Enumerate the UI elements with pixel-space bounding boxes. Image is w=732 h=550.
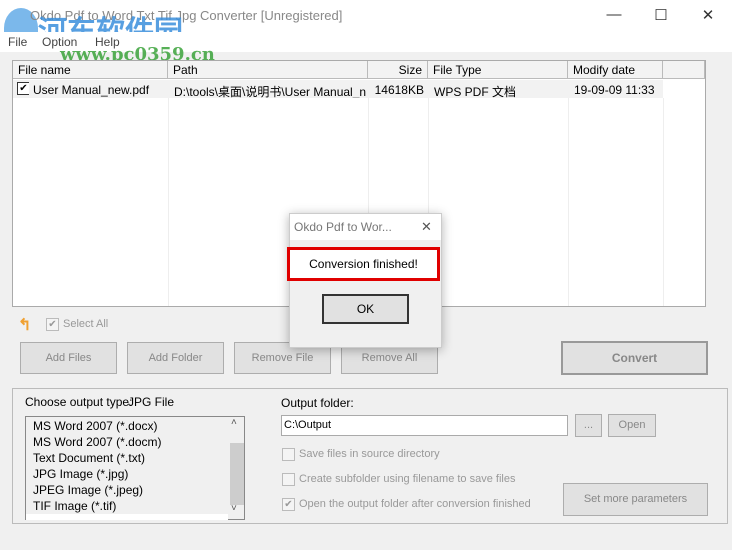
scrollbar-thumb[interactable] [230, 443, 244, 505]
list-item[interactable]: MS Word 2007 (*.docm) [33, 435, 162, 449]
open-button[interactable]: Open [608, 414, 656, 437]
output-folder-input[interactable]: C:\Output [281, 415, 568, 436]
col-file-type[interactable]: File Type [428, 61, 568, 79]
list-item[interactable]: JPG Image (*.jpg) [33, 467, 128, 481]
cell-size: 14618KB [368, 80, 428, 98]
scroll-up-icon[interactable]: ˄ [231, 417, 237, 428]
add-folder-button[interactable]: Add Folder [127, 342, 224, 374]
col-path[interactable]: Path [168, 61, 368, 79]
output-type-list[interactable]: MS Word 2007 (*.docx) MS Word 2007 (*.do… [25, 416, 245, 520]
close-button[interactable]: ✕ [698, 6, 718, 24]
select-all-checkbox[interactable]: ✔ [46, 318, 59, 331]
add-files-button[interactable]: Add Files [20, 342, 117, 374]
scrollbar[interactable]: ˄ ˅ [228, 417, 244, 519]
ok-button[interactable]: OK [322, 294, 409, 324]
dialog-close-button[interactable]: ✕ [421, 219, 432, 235]
list-item[interactable]: TIF Image (*.tif) [33, 499, 116, 513]
menu-file[interactable]: File [8, 35, 27, 49]
open-folder-label: Open the output folder after conversion … [299, 498, 531, 510]
set-more-parameters-button[interactable]: Set more parameters [563, 483, 708, 516]
list-item[interactable]: JPEG Image (*.jpeg) [33, 483, 143, 497]
list-item[interactable]: Text Document (*.txt) [33, 451, 145, 465]
col-size[interactable]: Size [368, 61, 428, 79]
cell-name: User Manual_new.pdf [29, 80, 154, 98]
output-type-label: Choose output type: [25, 395, 133, 409]
save-source-checkbox[interactable] [282, 448, 295, 461]
subfolder-checkbox[interactable] [282, 473, 295, 486]
subfolder-label: Create subfolder using filename to save … [299, 473, 516, 485]
browse-button[interactable]: ... [575, 414, 602, 437]
maximize-button[interactable]: ☐ [651, 6, 671, 24]
minimize-button[interactable]: — [604, 6, 624, 23]
cell-path: D:\tools\桌面\说明书\User Manual_n... [170, 80, 366, 98]
output-type-value: JPG File [128, 395, 175, 409]
cell-type: WPS PDF 文档 [430, 80, 521, 99]
up-folder-icon[interactable]: ↰ [18, 315, 31, 335]
cell-date: 19-09-09 11:33 [570, 80, 659, 98]
dialog-title: Okdo Pdf to Wor... [294, 220, 392, 234]
open-folder-checkbox[interactable]: ✔ [282, 498, 295, 511]
col-file-name[interactable]: File name [13, 61, 168, 79]
dialog-message: Conversion finished! [287, 247, 440, 281]
conversion-dialog: Okdo Pdf to Wor... ✕ Conversion finished… [287, 213, 442, 348]
convert-button[interactable]: Convert [561, 341, 708, 375]
col-modify-date[interactable]: Modify date [568, 61, 663, 79]
scroll-down-icon[interactable]: ˅ [231, 503, 237, 514]
list-item[interactable]: MS Word 2007 (*.docx) [33, 419, 158, 433]
output-folder-label: Output folder: [281, 396, 354, 410]
save-source-label: Save files in source directory [299, 448, 440, 460]
select-all-label: Select All [63, 318, 109, 330]
col-filler [663, 61, 705, 79]
